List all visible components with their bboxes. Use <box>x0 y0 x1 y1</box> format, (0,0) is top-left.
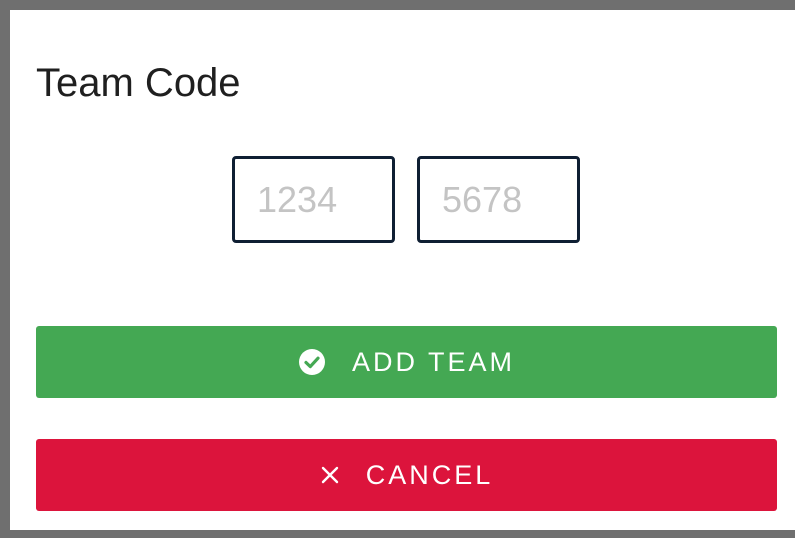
team-code-dialog: Team Code ADD TEAM CANCEL <box>10 10 795 530</box>
team-code-part-2-input[interactable] <box>417 156 580 243</box>
dialog-title: Team Code <box>36 61 241 105</box>
cancel-button[interactable]: CANCEL <box>36 439 777 511</box>
window-frame: Team Code ADD TEAM CANCEL <box>0 0 795 538</box>
add-team-label: ADD TEAM <box>351 346 516 377</box>
close-icon <box>320 465 340 485</box>
team-code-part-1-input[interactable] <box>232 156 395 243</box>
cancel-label: CANCEL <box>365 459 494 490</box>
add-team-button[interactable]: ADD TEAM <box>36 326 777 398</box>
check-circle-icon <box>298 348 326 376</box>
team-code-inputs <box>232 156 580 243</box>
